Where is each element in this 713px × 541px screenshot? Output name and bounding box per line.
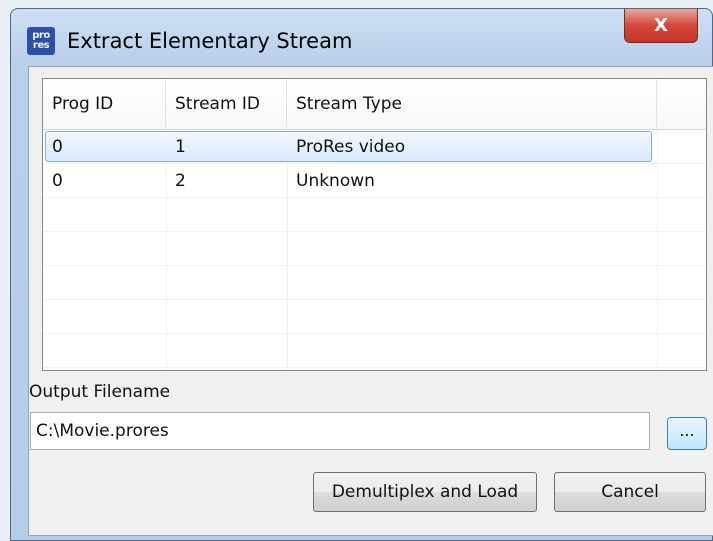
window-title: Extract Elementary Stream: [67, 29, 353, 53]
stream-list[interactable]: Prog ID Stream ID Stream Type 0 1 ProRes…: [42, 78, 707, 371]
cell-prog-id: 0: [52, 137, 63, 157]
empty-row: [43, 266, 706, 300]
cell-prog-id: 0: [52, 171, 63, 191]
empty-row: [43, 334, 706, 368]
table-row[interactable]: 0 2 Unknown: [43, 164, 706, 198]
cell-stream-type: ProRes video: [296, 137, 406, 157]
output-filename-field[interactable]: [30, 412, 650, 450]
close-button[interactable]: X: [624, 9, 698, 43]
browse-button[interactable]: ...: [667, 417, 707, 450]
column-header-stream-id[interactable]: Stream ID: [166, 79, 287, 130]
cell-stream-id: 2: [175, 171, 186, 191]
table-row[interactable]: 0 1 ProRes video: [43, 130, 706, 164]
dialog-window: pro res Extract Elementary Stream X Prog…: [10, 8, 713, 541]
empty-row: [43, 300, 706, 334]
dialog-client-area: Prog ID Stream ID Stream Type 0 1 ProRes…: [28, 66, 713, 536]
stream-list-header: Prog ID Stream ID Stream Type: [43, 79, 706, 130]
app-icon-text: pro res: [32, 30, 50, 51]
cell-stream-id: 1: [175, 137, 186, 157]
empty-row: [43, 198, 706, 232]
cell-stream-type: Unknown: [296, 171, 375, 191]
column-header-prog-id[interactable]: Prog ID: [43, 79, 166, 130]
close-icon: X: [654, 15, 668, 36]
demultiplex-and-load-button[interactable]: Demultiplex and Load: [313, 472, 537, 512]
column-header-filler: [657, 79, 706, 130]
column-header-stream-type[interactable]: Stream Type: [287, 79, 657, 130]
output-filename-label: Output Filename: [29, 382, 171, 402]
prores-app-icon: pro res: [27, 27, 55, 55]
empty-row: [43, 232, 706, 266]
cancel-button[interactable]: Cancel: [554, 472, 706, 512]
